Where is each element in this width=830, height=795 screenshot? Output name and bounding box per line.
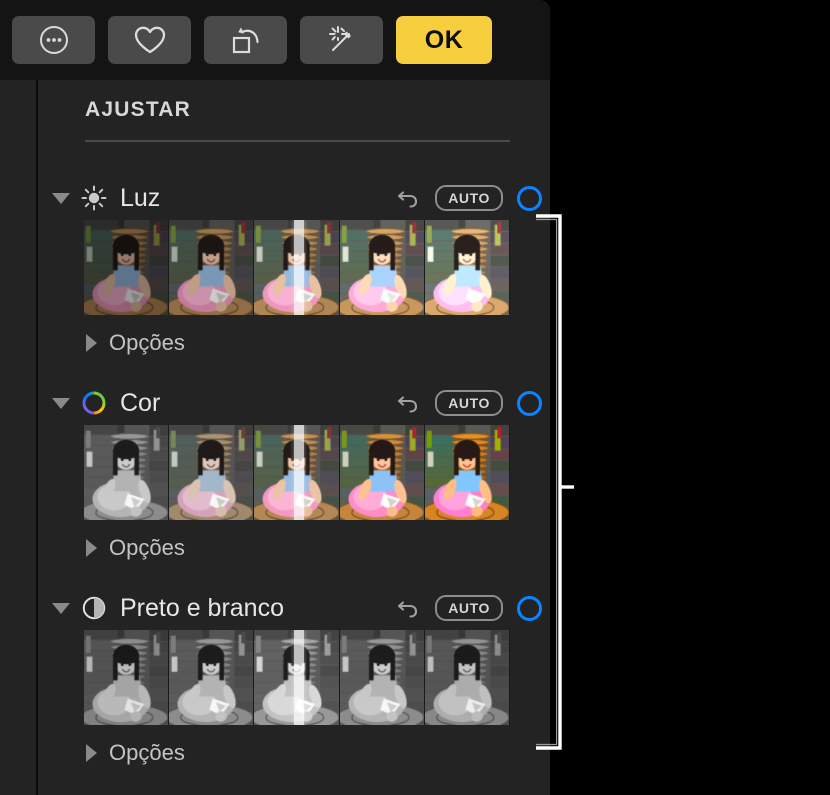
filmstrip-luz[interactable] [84,220,510,315]
filmstrip-frame[interactable] [169,630,254,725]
adjustment-controls-preto-e-branco: AUTO [395,595,542,621]
filmstrip-frame[interactable] [169,220,254,315]
options-row-cor[interactable]: Opções [40,528,550,568]
disclosure-triangle-options-preto-e-branco[interactable] [86,744,97,762]
filmstrip-frame[interactable] [340,425,425,520]
filmstrip-frame[interactable] [340,630,425,725]
title-divider [85,140,510,142]
filmstrip-frame[interactable] [425,425,510,520]
enable-toggle-cor[interactable] [517,391,542,416]
auto-button-preto-e-branco[interactable]: AUTO [435,595,503,621]
enable-toggle-luz[interactable] [517,186,542,211]
options-label-cor: Opções [109,535,185,561]
favorite-button[interactable] [108,16,191,64]
heart-icon [133,25,167,55]
auto-enhance-button[interactable] [300,16,383,64]
adjustment-section-preto-e-branco: Preto e branco AUTO [40,586,550,773]
page-title: AJUSTAR [85,98,191,122]
options-row-luz[interactable]: Opções [40,323,550,363]
photos-edit-screen: OK AJUSTAR [0,0,830,795]
options-row-preto-e-branco[interactable]: Opções [40,733,550,773]
filmstrip-frame[interactable] [254,425,339,520]
options-label-luz: Opções [109,330,185,356]
adjustment-label-luz: Luz [120,184,160,213]
filmstrip-frame[interactable] [169,425,254,520]
filmstrip-frame[interactable] [425,220,510,315]
auto-button-luz[interactable]: AUTO [435,185,503,211]
contrast-half-circle-icon [79,593,109,623]
enable-toggle-preto-e-branco[interactable] [517,596,542,621]
filmstrip-frame[interactable] [254,220,339,315]
rotate-button[interactable] [204,16,287,64]
panel-body: AJUSTAR [40,80,550,795]
color-wheel-icon [79,388,109,418]
auto-button-cor[interactable]: AUTO [435,390,503,416]
brightness-sun-icon [79,183,109,213]
ellipsis-circle-icon [37,23,71,57]
ok-button[interactable]: OK [396,16,492,64]
disclosure-triangle-cor[interactable] [52,398,70,409]
adjustment-section-cor: Cor AUTO [40,381,550,568]
disclosure-triangle-preto-e-branco[interactable] [52,603,70,614]
disclosure-triangle-luz[interactable] [52,193,70,204]
adjust-panel: AJUSTAR [0,80,550,795]
adjustment-header-cor[interactable]: Cor AUTO [40,381,550,425]
adjustment-label-cor: Cor [120,389,160,418]
disclosure-triangle-options-cor[interactable] [86,539,97,557]
options-label-preto-e-branco: Opções [109,740,185,766]
adjustment-header-luz[interactable]: Luz AUTO [40,176,550,220]
filmstrip-frame[interactable] [340,220,425,315]
filmstrip-cor[interactable] [84,425,510,520]
filmstrip-frame[interactable] [254,630,339,725]
magic-wand-icon [325,23,359,57]
edit-toolbar: OK [0,0,550,80]
reset-arrow-icon[interactable] [395,185,421,211]
adjustment-controls-cor: AUTO [395,390,542,416]
filmstrip-frame[interactable] [425,630,510,725]
filmstrip-preto-e-branco[interactable] [84,630,510,725]
adjustment-label-preto-e-branco: Preto e branco [120,594,284,623]
panel-gutter [0,80,38,795]
adjustment-controls-luz: AUTO [395,185,542,211]
adjustment-section-luz: Luz AUTO [40,176,550,363]
filmstrip-frame[interactable] [84,630,169,725]
filmstrip-frame[interactable] [84,425,169,520]
disclosure-triangle-options-luz[interactable] [86,334,97,352]
reset-arrow-icon[interactable] [395,390,421,416]
more-options-button[interactable] [12,16,95,64]
adjustment-header-preto-e-branco[interactable]: Preto e branco AUTO [40,586,550,630]
reset-arrow-icon[interactable] [395,595,421,621]
filmstrip-frame[interactable] [84,220,169,315]
rotate-icon [228,24,264,56]
